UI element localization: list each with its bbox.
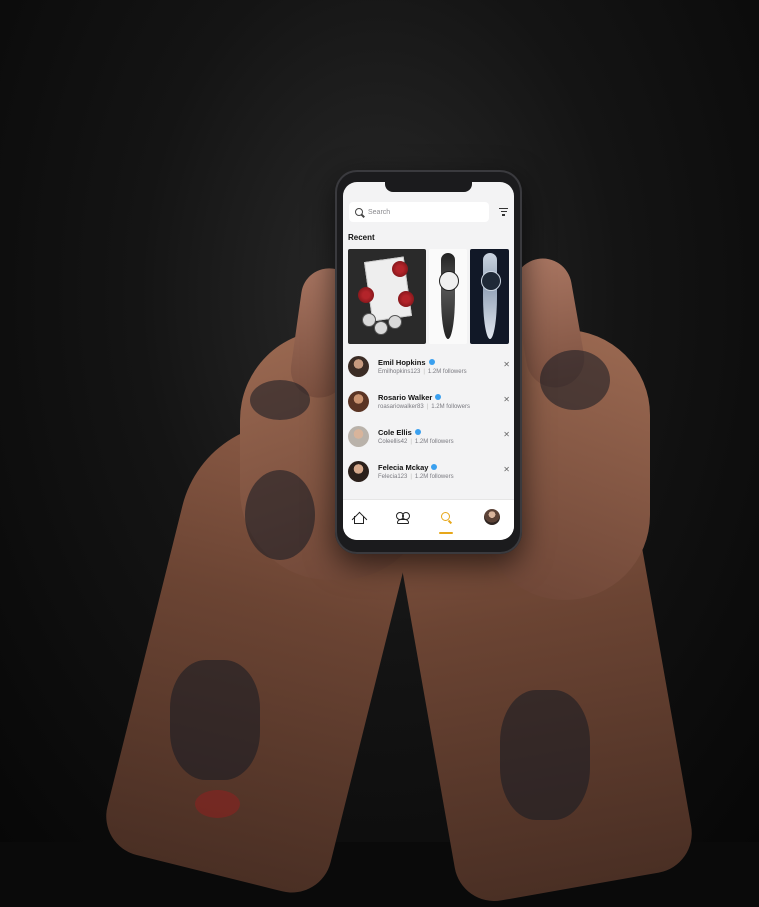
user-meta: roasariowalker83 | 1.2M followers bbox=[378, 404, 470, 410]
list-item[interactable]: Felecia Mckay Felecia123 | 1.2M followers … bbox=[348, 459, 510, 494]
close-icon[interactable]: ✕ bbox=[503, 396, 510, 404]
arm-tattoo-right bbox=[500, 690, 590, 820]
user-name: Cole Ellis bbox=[378, 428, 421, 437]
hand-tattoo-right bbox=[540, 350, 610, 410]
recent-title: Recent bbox=[348, 233, 375, 242]
tattoo-dagger-face-image[interactable] bbox=[429, 249, 467, 344]
avatar bbox=[348, 356, 369, 377]
app-screen: Search Recent Emil Hopkins Emilhopkins12… bbox=[343, 182, 514, 540]
close-icon[interactable]: ✕ bbox=[503, 431, 510, 439]
search-input[interactable]: Search bbox=[349, 202, 489, 222]
search-placeholder: Search bbox=[368, 208, 391, 216]
phone-notch bbox=[385, 182, 472, 192]
list-item[interactable]: Emil Hopkins Emilhopkins123 | 1.2M followe… bbox=[348, 354, 510, 389]
recent-users-list: Emil Hopkins Emilhopkins123 | 1.2M followe… bbox=[348, 354, 510, 494]
list-item[interactable]: Rosario Walker roasariowalker83 | 1.2M fol… bbox=[348, 389, 510, 424]
hand-tattoo bbox=[245, 470, 315, 560]
home-icon[interactable] bbox=[351, 511, 368, 528]
search-nav-icon[interactable] bbox=[439, 511, 453, 525]
avatar bbox=[348, 461, 369, 482]
close-icon[interactable]: ✕ bbox=[503, 466, 510, 474]
finger-tattoo bbox=[250, 380, 310, 420]
close-icon[interactable]: ✕ bbox=[503, 361, 510, 369]
user-meta: Emilhopkins123 | 1.2M followers bbox=[378, 369, 467, 375]
search-row: Search bbox=[349, 202, 508, 222]
bottom-nav bbox=[343, 499, 514, 540]
verified-icon bbox=[414, 429, 421, 436]
tattoo-card-roses-image[interactable] bbox=[348, 249, 426, 344]
tattoo-dagger-face-dark-image[interactable] bbox=[470, 249, 509, 344]
red-tattoo bbox=[195, 790, 240, 818]
avatar bbox=[348, 426, 369, 447]
user-name: Emil Hopkins bbox=[378, 358, 435, 367]
arm-tattoo-left bbox=[170, 660, 260, 780]
friends-icon[interactable] bbox=[396, 511, 410, 525]
verified-icon bbox=[435, 394, 442, 401]
list-item[interactable]: Cole Ellis Coleellis42 | 1.2M followers ✕ bbox=[348, 424, 510, 459]
user-meta: Coleellis42 | 1.2M followers bbox=[378, 439, 454, 445]
verified-icon bbox=[428, 359, 435, 366]
user-meta: Felecia123 | 1.2M followers bbox=[378, 474, 454, 480]
user-name: Felecia Mckay bbox=[378, 463, 438, 472]
active-tab-indicator bbox=[439, 532, 453, 534]
filter-icon[interactable] bbox=[499, 208, 508, 216]
verified-icon bbox=[431, 464, 438, 471]
search-icon bbox=[355, 208, 363, 216]
profile-avatar[interactable] bbox=[484, 509, 500, 525]
user-name: Rosario Walker bbox=[378, 393, 442, 402]
avatar bbox=[348, 391, 369, 412]
recent-grid bbox=[348, 249, 509, 344]
